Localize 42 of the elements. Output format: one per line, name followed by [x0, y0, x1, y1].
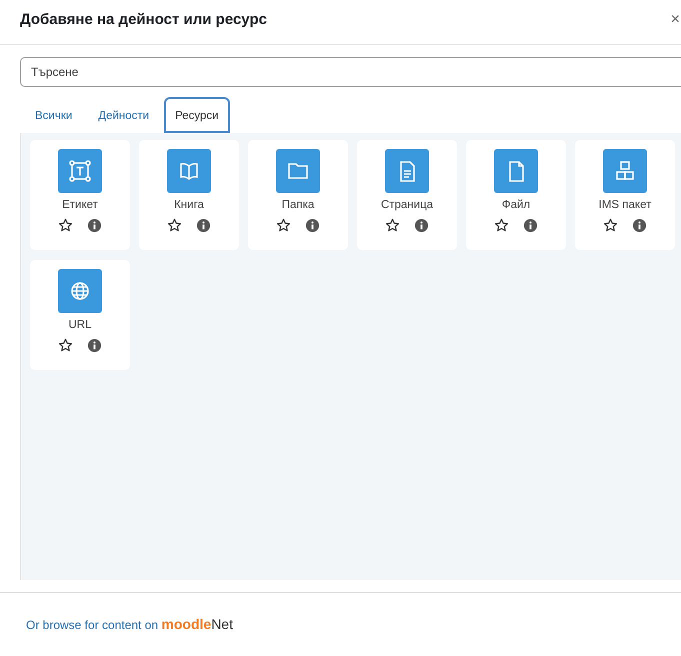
item-name: URL [68, 319, 92, 331]
globe-icon [58, 269, 102, 313]
item-name: Файл [502, 199, 530, 211]
star-icon[interactable] [603, 218, 618, 233]
star-icon[interactable] [494, 218, 509, 233]
info-icon[interactable] [305, 218, 320, 233]
item-card[interactable]: Файл [466, 140, 566, 250]
item-card[interactable]: Етикет [30, 140, 130, 250]
item-card[interactable]: IMS пакет [575, 140, 675, 250]
star-icon[interactable] [58, 218, 73, 233]
folder-icon [276, 149, 320, 193]
info-icon[interactable] [632, 218, 647, 233]
label-icon [58, 149, 102, 193]
item-name: Папка [282, 199, 314, 211]
star-icon[interactable] [167, 218, 182, 233]
page-icon [385, 149, 429, 193]
item-card[interactable]: Книга [139, 140, 239, 250]
item-card[interactable]: URL [30, 260, 130, 370]
star-icon[interactable] [58, 338, 73, 353]
dialog-title: Добавяне на дейност или ресурс [20, 11, 267, 28]
item-card[interactable]: Папка [248, 140, 348, 250]
book-icon [167, 149, 211, 193]
info-icon[interactable] [87, 338, 102, 353]
item-card[interactable]: Страница [357, 140, 457, 250]
tab[interactable]: Всички [24, 97, 84, 133]
boxes-icon [603, 149, 647, 193]
item-name: Страница [380, 199, 434, 211]
tab[interactable]: Ресурси [164, 97, 230, 133]
item-name: Книга [174, 199, 204, 211]
star-icon[interactable] [276, 218, 291, 233]
item-name: Етикет [62, 199, 98, 211]
item-name: IMS пакет [598, 199, 652, 211]
info-icon[interactable] [523, 218, 538, 233]
file-icon [494, 149, 538, 193]
tab[interactable]: Дейности [87, 97, 160, 133]
moodlenet-link[interactable]: Or browse for content on moodleNet [26, 618, 233, 632]
search-field[interactable]: Търсене [20, 57, 681, 87]
info-icon[interactable] [414, 218, 429, 233]
info-icon[interactable] [87, 218, 102, 233]
close-button[interactable]: × [670, 12, 681, 28]
star-icon[interactable] [385, 218, 400, 233]
info-icon[interactable] [196, 218, 211, 233]
